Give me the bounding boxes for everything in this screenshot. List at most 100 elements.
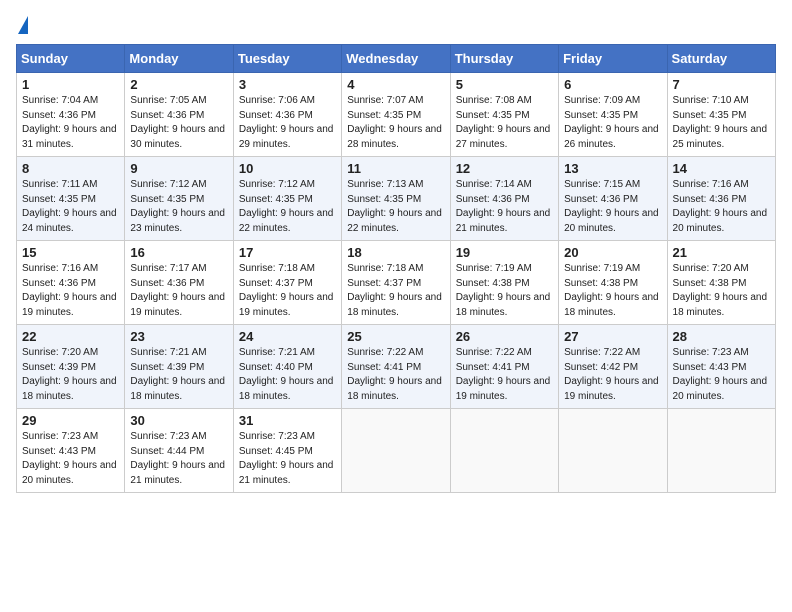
calendar-cell [667, 409, 775, 493]
day-number: 15 [22, 245, 119, 260]
day-info: Sunrise: 7:12 AMSunset: 4:35 PMDaylight:… [239, 178, 336, 236]
day-number: 20 [564, 245, 661, 260]
day-header-wednesday: Wednesday [342, 45, 450, 73]
calendar-cell: 21Sunrise: 7:20 AMSunset: 4:38 PMDayligh… [667, 241, 775, 325]
calendar-week-row: 8Sunrise: 7:11 AMSunset: 4:35 PMDaylight… [17, 157, 776, 241]
calendar-cell: 28 Sunrise: 7:23 AMSunset: 4:43 PMDayligh… [667, 325, 775, 409]
calendar-cell: 15 Sunrise: 7:16 AMSunset: 4:36 PMDayligh… [17, 241, 125, 325]
logo [16, 16, 28, 34]
calendar-week-row: 22 Sunrise: 7:20 AMSunset: 4:39 PMDayligh… [17, 325, 776, 409]
day-header-friday: Friday [559, 45, 667, 73]
day-number: 28 [673, 329, 770, 344]
day-info: Sunrise: 7:13 AMSunset: 4:35 PMDaylight:… [347, 178, 444, 236]
day-number: 2 [130, 77, 227, 92]
calendar-cell: 9 Sunrise: 7:12 AMSunset: 4:35 PMDaylight… [125, 157, 233, 241]
day-number: 16 [130, 245, 227, 260]
day-info: Sunrise: 7:21 AMSunset: 4:40 PMDaylight:… [239, 346, 336, 404]
calendar-cell [559, 409, 667, 493]
calendar-cell: 13 Sunrise: 7:15 AMSunset: 4:36 PMDayligh… [559, 157, 667, 241]
calendar-cell: 14 Sunrise: 7:16 AMSunset: 4:36 PMDayligh… [667, 157, 775, 241]
day-info: Sunrise: 7:21 AMSunset: 4:39 PMDaylight:… [130, 346, 227, 404]
day-number: 17 [239, 245, 336, 260]
day-number: 12 [456, 161, 553, 176]
day-number: 31 [239, 413, 336, 428]
day-info: Sunrise: 7:10 AMSunset: 4:35 PMDaylight:… [673, 94, 770, 152]
day-info: Sunrise: 7:08 AMSunset: 4:35 PMDaylight:… [456, 94, 553, 152]
day-number: 27 [564, 329, 661, 344]
page-header [16, 16, 776, 34]
calendar-cell: 6 Sunrise: 7:09 AMSunset: 4:35 PMDaylight… [559, 73, 667, 157]
logo-triangle-icon [18, 16, 28, 34]
calendar-cell: 2 Sunrise: 7:05 AMSunset: 4:36 PMDaylight… [125, 73, 233, 157]
day-info: Sunrise: 7:22 AMSunset: 4:42 PMDaylight:… [564, 346, 661, 404]
calendar-cell: 27 Sunrise: 7:22 AMSunset: 4:42 PMDayligh… [559, 325, 667, 409]
day-info: Sunrise: 7:19 AMSunset: 4:38 PMDaylight:… [564, 262, 661, 320]
day-info: Sunrise: 7:20 AMSunset: 4:39 PMDaylight:… [22, 346, 119, 404]
day-number: 7 [673, 77, 770, 92]
calendar-header-row: SundayMondayTuesdayWednesdayThursdayFrid… [17, 45, 776, 73]
day-info: Sunrise: 7:09 AMSunset: 4:35 PMDaylight:… [564, 94, 661, 152]
day-info: Sunrise: 7:23 AMSunset: 4:43 PMDaylight:… [673, 346, 770, 404]
calendar-cell: 4Sunrise: 7:07 AMSunset: 4:35 PMDaylight… [342, 73, 450, 157]
calendar-cell: 18Sunrise: 7:18 AMSunset: 4:37 PMDayligh… [342, 241, 450, 325]
calendar-cell: 30 Sunrise: 7:23 AMSunset: 4:44 PMDayligh… [125, 409, 233, 493]
day-number: 1 [22, 77, 119, 92]
calendar-week-row: 15 Sunrise: 7:16 AMSunset: 4:36 PMDayligh… [17, 241, 776, 325]
calendar-cell: 31Sunrise: 7:23 AMSunset: 4:45 PMDayligh… [233, 409, 341, 493]
day-header-monday: Monday [125, 45, 233, 73]
day-number: 9 [130, 161, 227, 176]
day-number: 14 [673, 161, 770, 176]
calendar-cell: 25 Sunrise: 7:22 AMSunset: 4:41 PMDayligh… [342, 325, 450, 409]
day-info: Sunrise: 7:15 AMSunset: 4:36 PMDaylight:… [564, 178, 661, 236]
day-number: 21 [673, 245, 770, 260]
day-info: Sunrise: 7:18 AMSunset: 4:37 PMDaylight:… [239, 262, 336, 320]
calendar-cell: 7 Sunrise: 7:10 AMSunset: 4:35 PMDaylight… [667, 73, 775, 157]
day-number: 13 [564, 161, 661, 176]
calendar-table: SundayMondayTuesdayWednesdayThursdayFrid… [16, 44, 776, 493]
calendar-cell: 26Sunrise: 7:22 AMSunset: 4:41 PMDayligh… [450, 325, 558, 409]
day-number: 4 [347, 77, 444, 92]
day-info: Sunrise: 7:23 AMSunset: 4:44 PMDaylight:… [130, 430, 227, 488]
day-number: 11 [347, 161, 444, 176]
calendar-cell: 22 Sunrise: 7:20 AMSunset: 4:39 PMDayligh… [17, 325, 125, 409]
day-info: Sunrise: 7:19 AMSunset: 4:38 PMDaylight:… [456, 262, 553, 320]
calendar-week-row: 1 Sunrise: 7:04 AMSunset: 4:36 PMDaylight… [17, 73, 776, 157]
day-number: 3 [239, 77, 336, 92]
calendar-cell: 24Sunrise: 7:21 AMSunset: 4:40 PMDayligh… [233, 325, 341, 409]
day-number: 6 [564, 77, 661, 92]
day-info: Sunrise: 7:23 AMSunset: 4:43 PMDaylight:… [22, 430, 119, 488]
day-info: Sunrise: 7:05 AMSunset: 4:36 PMDaylight:… [130, 94, 227, 152]
day-info: Sunrise: 7:22 AMSunset: 4:41 PMDaylight:… [456, 346, 553, 404]
day-number: 29 [22, 413, 119, 428]
calendar-week-row: 29 Sunrise: 7:23 AMSunset: 4:43 PMDayligh… [17, 409, 776, 493]
calendar-cell: 8Sunrise: 7:11 AMSunset: 4:35 PMDaylight… [17, 157, 125, 241]
day-info: Sunrise: 7:16 AMSunset: 4:36 PMDaylight:… [673, 178, 770, 236]
day-number: 18 [347, 245, 444, 260]
calendar-cell [450, 409, 558, 493]
calendar-cell: 3Sunrise: 7:06 AMSunset: 4:36 PMDaylight… [233, 73, 341, 157]
calendar-cell [342, 409, 450, 493]
day-number: 30 [130, 413, 227, 428]
day-info: Sunrise: 7:16 AMSunset: 4:36 PMDaylight:… [22, 262, 119, 320]
day-number: 10 [239, 161, 336, 176]
day-info: Sunrise: 7:04 AMSunset: 4:36 PMDaylight:… [22, 94, 119, 152]
day-number: 25 [347, 329, 444, 344]
day-header-saturday: Saturday [667, 45, 775, 73]
calendar-cell: 11 Sunrise: 7:13 AMSunset: 4:35 PMDayligh… [342, 157, 450, 241]
day-info: Sunrise: 7:22 AMSunset: 4:41 PMDaylight:… [347, 346, 444, 404]
calendar-cell: 5 Sunrise: 7:08 AMSunset: 4:35 PMDaylight… [450, 73, 558, 157]
calendar-cell: 16 Sunrise: 7:17 AMSunset: 4:36 PMDayligh… [125, 241, 233, 325]
day-info: Sunrise: 7:17 AMSunset: 4:36 PMDaylight:… [130, 262, 227, 320]
day-number: 19 [456, 245, 553, 260]
day-number: 23 [130, 329, 227, 344]
day-header-thursday: Thursday [450, 45, 558, 73]
calendar-cell: 12Sunrise: 7:14 AMSunset: 4:36 PMDayligh… [450, 157, 558, 241]
calendar-cell: 23 Sunrise: 7:21 AMSunset: 4:39 PMDayligh… [125, 325, 233, 409]
calendar-cell: 29 Sunrise: 7:23 AMSunset: 4:43 PMDayligh… [17, 409, 125, 493]
day-number: 8 [22, 161, 119, 176]
day-number: 22 [22, 329, 119, 344]
calendar-cell: 17 Sunrise: 7:18 AMSunset: 4:37 PMDayligh… [233, 241, 341, 325]
day-header-sunday: Sunday [17, 45, 125, 73]
day-info: Sunrise: 7:12 AMSunset: 4:35 PMDaylight:… [130, 178, 227, 236]
day-number: 5 [456, 77, 553, 92]
